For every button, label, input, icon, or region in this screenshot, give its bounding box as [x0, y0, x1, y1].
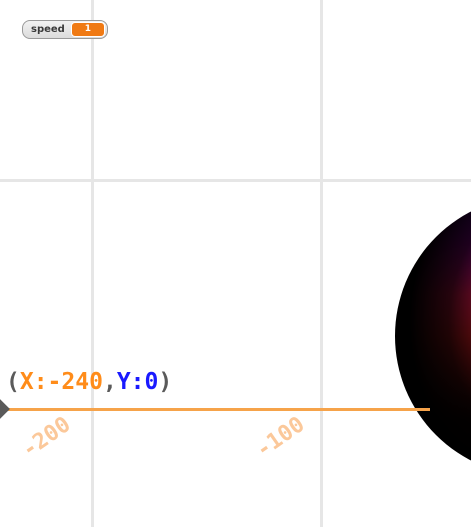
- stage-canvas[interactable]: (X:-240,Y:0) -200 -100 speed 1: [0, 0, 471, 527]
- speed-variable-monitor[interactable]: speed 1: [22, 20, 108, 39]
- readout-open-paren: (: [6, 369, 20, 395]
- gradient-sphere-sprite[interactable]: [395, 196, 471, 476]
- readout-close-paren: ): [158, 369, 173, 395]
- grid-line-horizontal: [0, 179, 471, 182]
- axis-tick-label: -200: [17, 412, 76, 463]
- monitor-label: speed: [31, 24, 65, 35]
- grid-line-vertical: [320, 0, 323, 527]
- coordinate-readout: (X:-240,Y:0): [6, 369, 172, 395]
- axis-tick-label: -100: [251, 412, 310, 463]
- readout-x-value: X:-240: [19, 369, 103, 395]
- axis-handle-icon[interactable]: [0, 399, 10, 419]
- monitor-value: 1: [70, 22, 105, 37]
- readout-y-value: Y:0: [116, 369, 159, 395]
- readout-comma: ,: [102, 369, 117, 395]
- grid-line-vertical: [91, 0, 94, 527]
- x-axis-line: [0, 408, 430, 411]
